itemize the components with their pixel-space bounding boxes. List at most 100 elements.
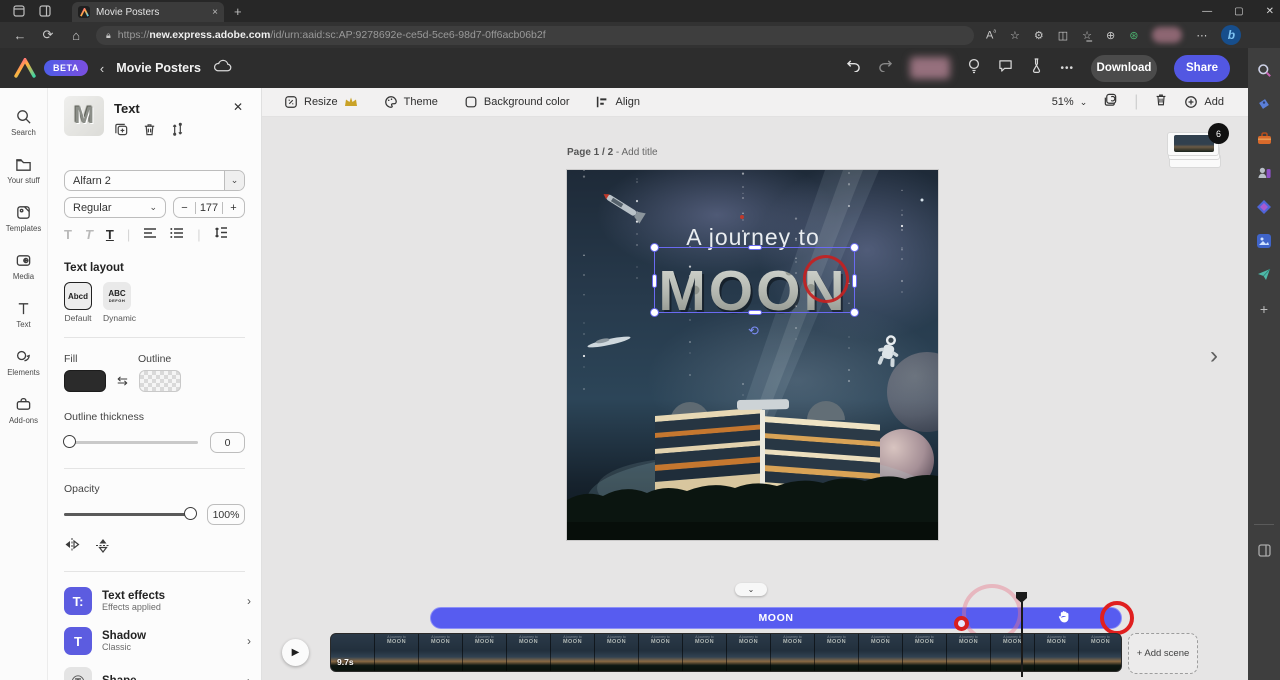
underline-button[interactable]: T [106,227,114,242]
opacity-slider[interactable] [64,513,195,516]
duplicate-icon[interactable] [114,122,129,142]
layout-option-default[interactable]: Abcd Default [64,282,92,323]
zoom-control[interactable]: 51% ⌄ [1052,96,1088,108]
tab-close-icon[interactable]: × [212,7,218,18]
sidebar-search-icon[interactable] [1256,62,1273,79]
swap-fill-outline-icon[interactable]: ⇆ [117,373,128,389]
theme-button[interactable]: Theme [384,95,438,109]
sidebar-add-icon[interactable]: + [1256,300,1273,317]
italic-button[interactable]: T [85,227,93,242]
poster-canvas[interactable]: MOON [567,170,938,540]
filmstrip-frame[interactable]: A journey toMOON [1079,634,1122,671]
filmstrip-frame[interactable]: A journey toMOON [727,634,771,671]
filmstrip-frame[interactable]: A journey toMOON [859,634,903,671]
align-button[interactable]: Align [595,95,639,109]
back-chevron-icon[interactable]: ‹ [100,61,104,76]
filmstrip-frame[interactable]: A journey toMOON [595,634,639,671]
text-layer-thumbnail[interactable]: M [64,96,104,136]
workspaces-icon[interactable] [6,2,32,20]
play-button[interactable]: ▶ [282,639,309,666]
add-page-button[interactable]: Add [1184,95,1224,109]
line-spacing-icon[interactable] [214,226,228,242]
selection-handle-n[interactable] [748,245,762,250]
shopping-icon[interactable]: ⊛ [1129,29,1138,42]
selection-handle-s[interactable] [748,310,762,315]
filmstrip-frame[interactable]: A journey toMOON [1035,634,1079,671]
selection-handle-se[interactable] [850,308,859,317]
redo-icon[interactable] [878,59,893,77]
sidebar-item-your-stuff[interactable]: Your stuff [0,146,48,194]
add-scene-button[interactable]: + Add scene [1128,633,1198,674]
window-maximize-button[interactable]: ▢ [1234,6,1243,17]
sidebar-image-tool-icon[interactable] [1256,232,1273,249]
sidebar-people-icon[interactable] [1256,164,1273,181]
favorite-star-icon[interactable]: ☆ [1010,29,1020,42]
comment-icon[interactable] [998,59,1013,78]
text-effects-row[interactable]: T: Text effects Effects applied › [64,584,251,618]
filmstrip-frame[interactable]: A journey toMOON [375,634,419,671]
filmstrip-frame[interactable]: A journey toMOON [639,634,683,671]
layout-option-dynamic[interactable]: ABCDEFGH Dynamic [103,282,136,323]
collections-icon[interactable]: ☆̲ [1082,29,1092,42]
filmstrip-frame[interactable]: A journey toMOON [815,634,859,671]
timeline-filmstrip[interactable]: A journey toMOONA journey toMOONA journe… [330,633,1122,672]
filmstrip-frame[interactable]: A journey toMOON [419,634,463,671]
outline-color-swatch[interactable] [139,370,181,392]
browser-menu-icon[interactable]: ⋯ [1196,29,1207,42]
sidebar-designer-icon[interactable] [1256,198,1273,215]
font-family-select[interactable]: Alfarn 2 ⌄ [64,170,245,191]
split-screen-icon[interactable]: ◫ [1058,29,1068,42]
filmstrip-frame[interactable]: A journey toMOON [771,634,815,671]
layer-order-icon[interactable] [170,122,185,142]
filmstrip-frame[interactable]: A journey toMOON [551,634,595,671]
shadow-row[interactable]: T Shadow Classic › [64,624,251,658]
background-color-button[interactable]: Background color [464,95,570,109]
sidebar-toolbox-icon[interactable] [1256,130,1273,147]
filmstrip-frame[interactable]: A journey toMOON [683,634,727,671]
sidebar-item-add-ons[interactable]: Add-ons [0,386,48,434]
sidebar-item-templates[interactable]: Templates [0,194,48,242]
download-button[interactable]: Download [1091,55,1157,82]
extensions-icon[interactable]: ⚙ [1034,29,1044,42]
filmstrip-frame[interactable]: A journey toMOON [463,634,507,671]
outline-thickness-value[interactable]: 0 [210,432,245,453]
duplicate-page-icon[interactable] [1103,92,1118,112]
new-tab-button[interactable]: + [234,4,242,19]
opacity-value[interactable]: 100% [207,504,245,525]
sidebar-item-text[interactable]: Text [0,290,48,338]
beaker-icon[interactable] [1030,58,1043,78]
shape-row[interactable]: Ⓣ Shape › [64,664,251,680]
font-weight-select[interactable]: Regular ⌄ [64,197,166,218]
read-aloud-icon[interactable]: Aᵃ [986,29,996,42]
playhead-line[interactable] [1021,602,1023,677]
font-size-decrease-button[interactable]: − [174,202,196,214]
pages-stack-thumbnail[interactable]: 6 [1167,132,1223,176]
window-minimize-button[interactable]: — [1202,6,1212,17]
delete-page-icon[interactable] [1154,92,1168,112]
selection-handle-ne[interactable] [850,243,859,252]
window-close-button[interactable]: ✕ [1266,6,1274,17]
fill-color-swatch[interactable] [64,370,106,392]
sidebar-shopping-icon[interactable] [1256,96,1273,113]
filmstrip-frame[interactable]: A journey toMOON [507,634,551,671]
selection-handle-sw[interactable] [650,308,659,317]
share-button[interactable]: Share [1174,55,1230,82]
resize-button[interactable]: Resize [284,95,358,109]
browser-tab[interactable]: Movie Posters × [72,2,224,22]
list-icon[interactable] [170,227,184,242]
lightbulb-icon[interactable] [967,58,981,79]
document-title[interactable]: Movie Posters [116,61,201,75]
sidebar-share-plane-icon[interactable] [1256,266,1273,283]
next-page-chevron[interactable]: › [1210,342,1218,370]
close-icon[interactable]: ✕ [233,100,243,114]
sidebar-item-media[interactable]: Media [0,242,48,290]
outline-thickness-slider[interactable] [64,441,198,444]
tab-actions-icon[interactable] [32,2,58,20]
bold-button[interactable]: T [64,227,72,242]
sidebar-item-search[interactable]: Search [0,98,48,146]
sidebar-settings-icon[interactable] [1256,542,1273,559]
refresh-icon[interactable]: ⟳ [34,27,62,43]
rotate-handle-icon[interactable]: ⟲ [745,322,762,339]
profile-avatar[interactable] [1152,27,1182,43]
filmstrip-frame[interactable]: A journey toMOON [947,634,991,671]
